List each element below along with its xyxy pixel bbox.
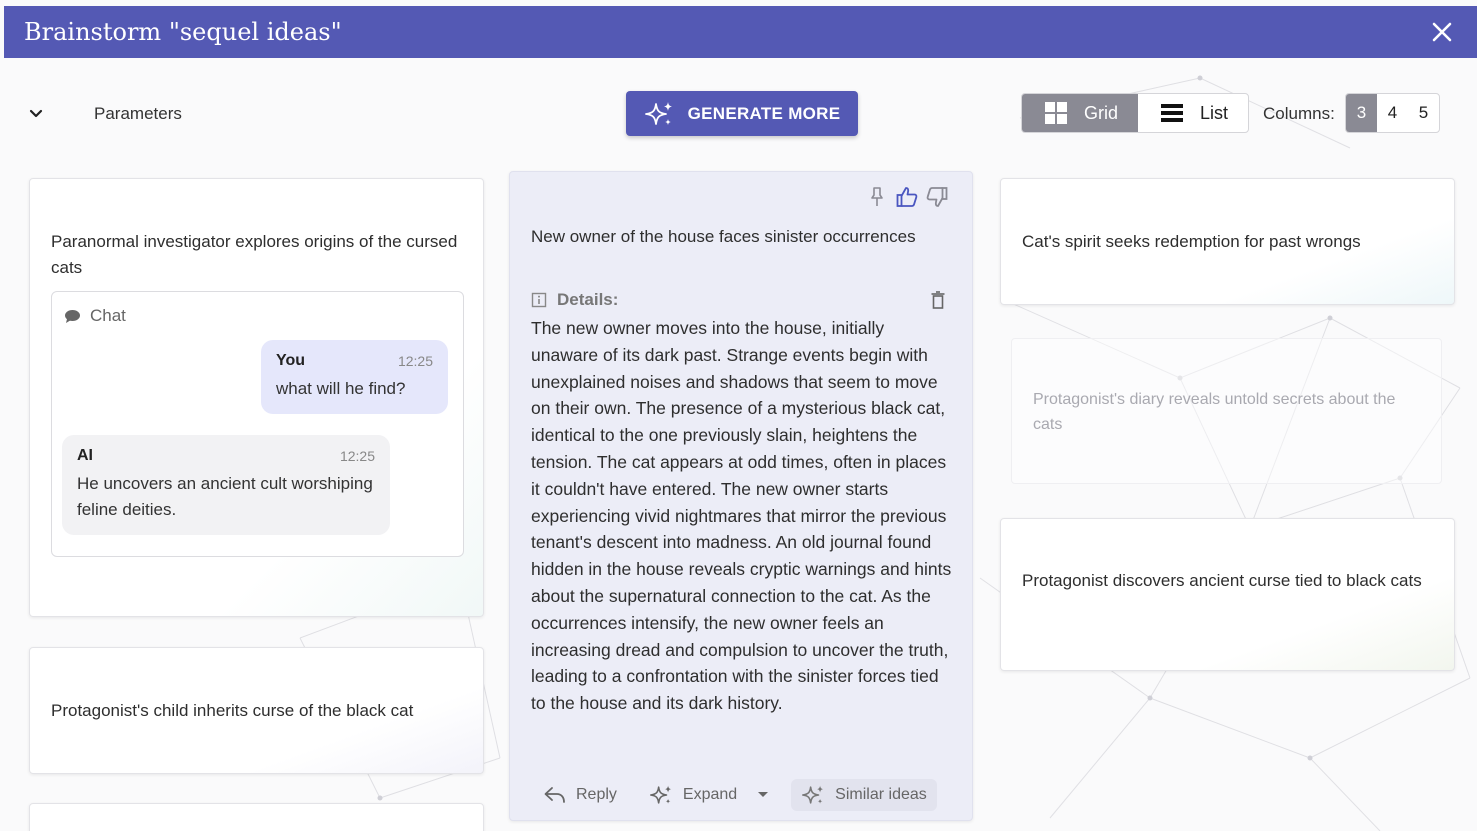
chat-message-ai: AI 12:25 He uncovers an ancient cult wor… bbox=[62, 435, 390, 535]
trash-icon bbox=[931, 291, 945, 309]
delete-details-button[interactable] bbox=[927, 289, 949, 311]
thumbs-up-icon bbox=[896, 187, 918, 207]
columns-option-3[interactable]: 3 bbox=[1346, 94, 1377, 132]
view-mode-toggle: Grid List bbox=[1021, 93, 1250, 133]
message-author: AI bbox=[77, 447, 93, 464]
parameters-toggle-button[interactable] bbox=[24, 102, 48, 126]
expand-label: Expand bbox=[682, 786, 738, 803]
idea-title: Protagonist's diary reveals untold secre… bbox=[1033, 391, 1396, 433]
sparkle-icon bbox=[802, 785, 824, 804]
chat-panel: Chat You 12:25 what will he find? AI 12:… bbox=[51, 291, 464, 557]
generate-more-label: GENERATE MORE bbox=[687, 103, 841, 123]
idea-card-faded[interactable]: Protagonist's diary reveals untold secre… bbox=[1011, 338, 1442, 484]
reply-button[interactable]: Reply bbox=[534, 779, 627, 811]
columns-label: Columns: bbox=[1263, 104, 1335, 123]
view-list-label: List bbox=[1200, 102, 1229, 123]
close-icon bbox=[1432, 22, 1452, 42]
similar-ideas-button[interactable]: Similar ideas bbox=[791, 779, 937, 811]
dialog-header: Brainstorm "sequel ideas" bbox=[4, 6, 1477, 58]
chat-label: Chat bbox=[90, 306, 126, 325]
generate-more-button[interactable]: GENERATE MORE bbox=[626, 91, 858, 136]
details-header: Details: bbox=[531, 289, 949, 311]
idea-card[interactable]: Paranormal investigator explores origins… bbox=[29, 178, 484, 617]
expand-button[interactable]: Expand bbox=[639, 779, 747, 811]
dialog-title: Brainstorm "sequel ideas" bbox=[24, 18, 342, 46]
chevron-down-icon bbox=[29, 109, 43, 118]
idea-title: Cat's spirit seeks redemption for past w… bbox=[1022, 232, 1361, 251]
columns-option-4[interactable]: 4 bbox=[1377, 94, 1408, 132]
message-time: 12:25 bbox=[339, 448, 375, 464]
similar-ideas-label: Similar ideas bbox=[835, 786, 927, 803]
idea-card[interactable]: Protagonist discovers ancient curse tied… bbox=[1000, 518, 1455, 671]
idea-card[interactable]: Cat's spirit seeks redemption for past w… bbox=[1000, 178, 1455, 305]
chat-header: Chat bbox=[64, 306, 126, 326]
reply-icon bbox=[544, 787, 565, 803]
toolbar: Parameters GENERATE MORE Grid List Colum… bbox=[0, 88, 1477, 140]
pin-button[interactable] bbox=[866, 186, 888, 208]
idea-card-selected[interactable]: New owner of the house faces sinister oc… bbox=[509, 171, 973, 821]
idea-title: New owner of the house faces sinister oc… bbox=[531, 227, 916, 246]
caret-down-icon bbox=[758, 792, 769, 797]
chat-message-user: You 12:25 what will he find? bbox=[261, 340, 448, 414]
info-icon bbox=[531, 292, 547, 308]
chat-bubble-icon bbox=[65, 309, 80, 323]
reply-label: Reply bbox=[576, 786, 617, 803]
like-button[interactable] bbox=[896, 186, 918, 208]
idea-card[interactable] bbox=[29, 803, 484, 831]
dislike-button[interactable] bbox=[926, 186, 948, 208]
pin-icon bbox=[871, 187, 883, 206]
columns-option-5[interactable]: 5 bbox=[1408, 94, 1439, 132]
close-button[interactable] bbox=[1427, 17, 1457, 47]
idea-card[interactable]: Protagonist's child inherits curse of th… bbox=[29, 647, 484, 774]
thumbs-down-icon bbox=[926, 187, 948, 207]
message-text: He uncovers an ancient cult worshiping f… bbox=[77, 474, 373, 519]
idea-title: Protagonist's child inherits curse of th… bbox=[51, 701, 414, 720]
details-text: The new owner moves into the house, init… bbox=[531, 318, 952, 714]
message-author: You bbox=[276, 352, 306, 369]
idea-title: Protagonist discovers ancient curse tied… bbox=[1022, 571, 1422, 590]
card-actions bbox=[866, 186, 948, 208]
columns-selector: 3 4 5 bbox=[1345, 93, 1440, 133]
view-grid-label: Grid bbox=[1084, 102, 1119, 123]
card-footer-actions: Reply Expand Similar ideas bbox=[534, 778, 954, 812]
message-time: 12:25 bbox=[397, 353, 433, 369]
view-grid-button[interactable]: Grid bbox=[1022, 94, 1139, 132]
message-text: what will he find? bbox=[276, 379, 406, 398]
sparkle-icon bbox=[649, 785, 672, 804]
details-label: Details: bbox=[557, 290, 619, 309]
expand-options-dropdown[interactable] bbox=[751, 791, 775, 799]
parameters-label[interactable]: Parameters bbox=[94, 104, 182, 124]
list-icon bbox=[1161, 104, 1184, 122]
sparkle-icon bbox=[644, 101, 672, 125]
grid-icon bbox=[1045, 102, 1067, 124]
view-list-button[interactable]: List bbox=[1138, 94, 1248, 132]
idea-title: Paranormal investigator explores origins… bbox=[51, 232, 458, 277]
